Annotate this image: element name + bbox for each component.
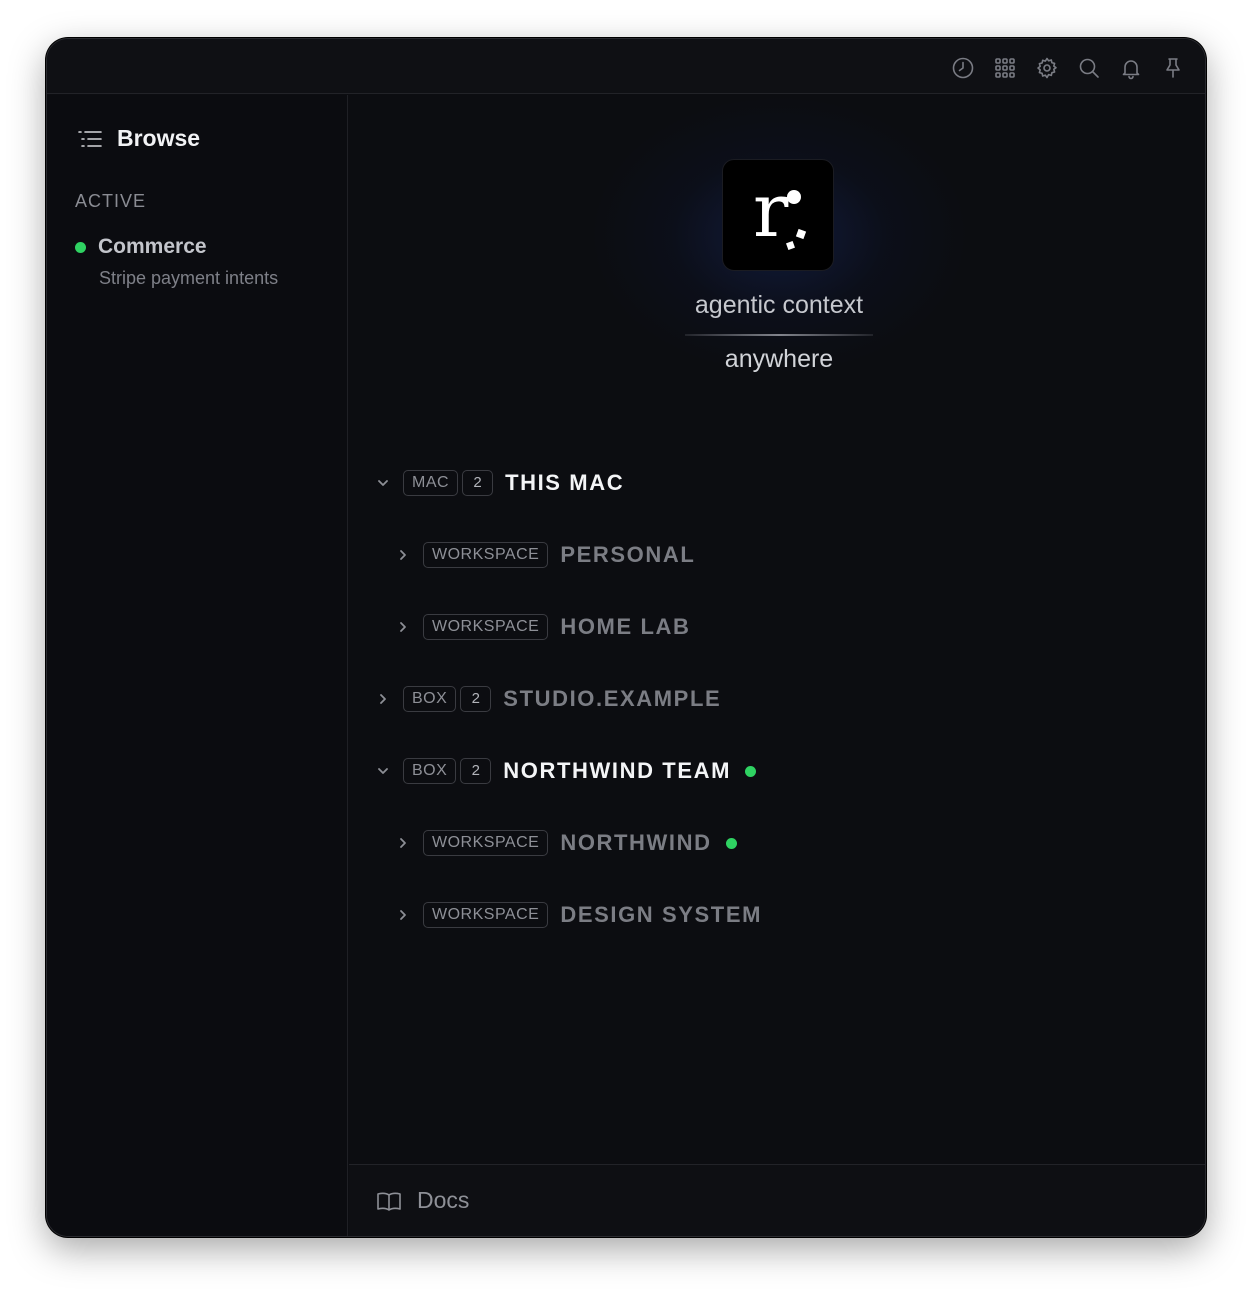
active-status-dot [745,765,757,777]
chevron-down-icon[interactable] [373,473,393,493]
title-bar [47,39,1205,94]
app-window: Browse ACTIVE Commerce Stripe payment in… [46,38,1206,1237]
logo-dot [787,190,801,204]
chevron-right-icon[interactable] [393,617,413,637]
node-name: PERSONAL [560,542,696,567]
chevron-right-icon[interactable] [393,545,413,565]
tree-node-this-mac[interactable]: MAC 2 THIS MAC [373,468,624,498]
chevron-right-icon[interactable] [393,905,413,925]
tagline-top: agentic context [694,291,864,319]
tree-node-northwind-team[interactable]: BOX 2 NORTHWIND TEAM [373,756,757,786]
main-panel: r agentic context anywhere MAC 2 THIS MA… [349,95,1205,1164]
grid-icon[interactable] [991,55,1019,81]
node-count-badge: 2 [460,686,492,712]
list-icon [78,130,102,147]
tagline-bottom: anywhere [724,345,834,373]
search-icon[interactable] [1075,55,1103,81]
sidebar-title: Browse [117,125,201,151]
node-name: NORTHWIND TEAM [503,758,732,783]
sidebar-item-name: Commerce [98,235,207,258]
active-status-dot [725,837,737,849]
tree-node-personal[interactable]: WORKSPACE PERSONAL [393,540,695,570]
node-type-tag: WORKSPACE [423,902,549,928]
node-type-tag: BOX [403,686,457,712]
chevron-right-icon[interactable] [373,689,393,709]
book-icon [377,1192,401,1211]
node-count-badge: 2 [460,758,492,784]
sidebar: Browse ACTIVE Commerce Stripe payment in… [47,95,348,1236]
node-name: HOME LAB [560,614,691,639]
node-name: NORTHWIND [560,830,712,855]
tree-node-northwind[interactable]: WORKSPACE NORTHWIND [393,828,737,858]
pin-icon[interactable] [1159,55,1187,81]
logo-letter: r [753,168,789,254]
section-label-active: ACTIVE [75,191,147,211]
chevron-down-icon[interactable] [373,761,393,781]
logo-dot [786,241,795,250]
status-dot [75,241,86,253]
gear-icon[interactable] [1033,55,1061,81]
toolbar [949,55,1187,81]
node-name: DESIGN SYSTEM [560,902,763,927]
sidebar-item-commerce[interactable]: Commerce Stripe payment intents [75,235,325,291]
node-count-badge: 2 [462,470,494,496]
node-type-tag: WORKSPACE [423,614,549,640]
node-type-tag: WORKSPACE [423,830,549,856]
node-name: STUDIO.EXAMPLE [503,686,722,711]
node-type-tag: MAC [403,470,459,496]
bell-icon[interactable] [1117,55,1145,81]
sidebar-item-description: Stripe payment intents [99,268,279,288]
node-type-tag: WORKSPACE [423,542,549,568]
node-name: THIS MAC [505,470,625,495]
docs-label: Docs [417,1187,470,1213]
logo-dot [795,228,807,240]
tree-node-home-lab[interactable]: WORKSPACE HOME LAB [393,612,690,642]
tree-node-design-system[interactable]: WORKSPACE DESIGN SYSTEM [393,900,762,930]
sidebar-header[interactable]: Browse [77,125,200,152]
tagline-divider [685,334,873,336]
node-type-tag: BOX [403,758,457,784]
tree-node-studio-example[interactable]: BOX 2 STUDIO.EXAMPLE [373,684,721,714]
docs-link[interactable]: Docs [349,1164,1205,1236]
chevron-right-icon[interactable] [393,833,413,853]
clock-icon[interactable] [949,55,977,81]
app-logo: r [722,159,834,271]
